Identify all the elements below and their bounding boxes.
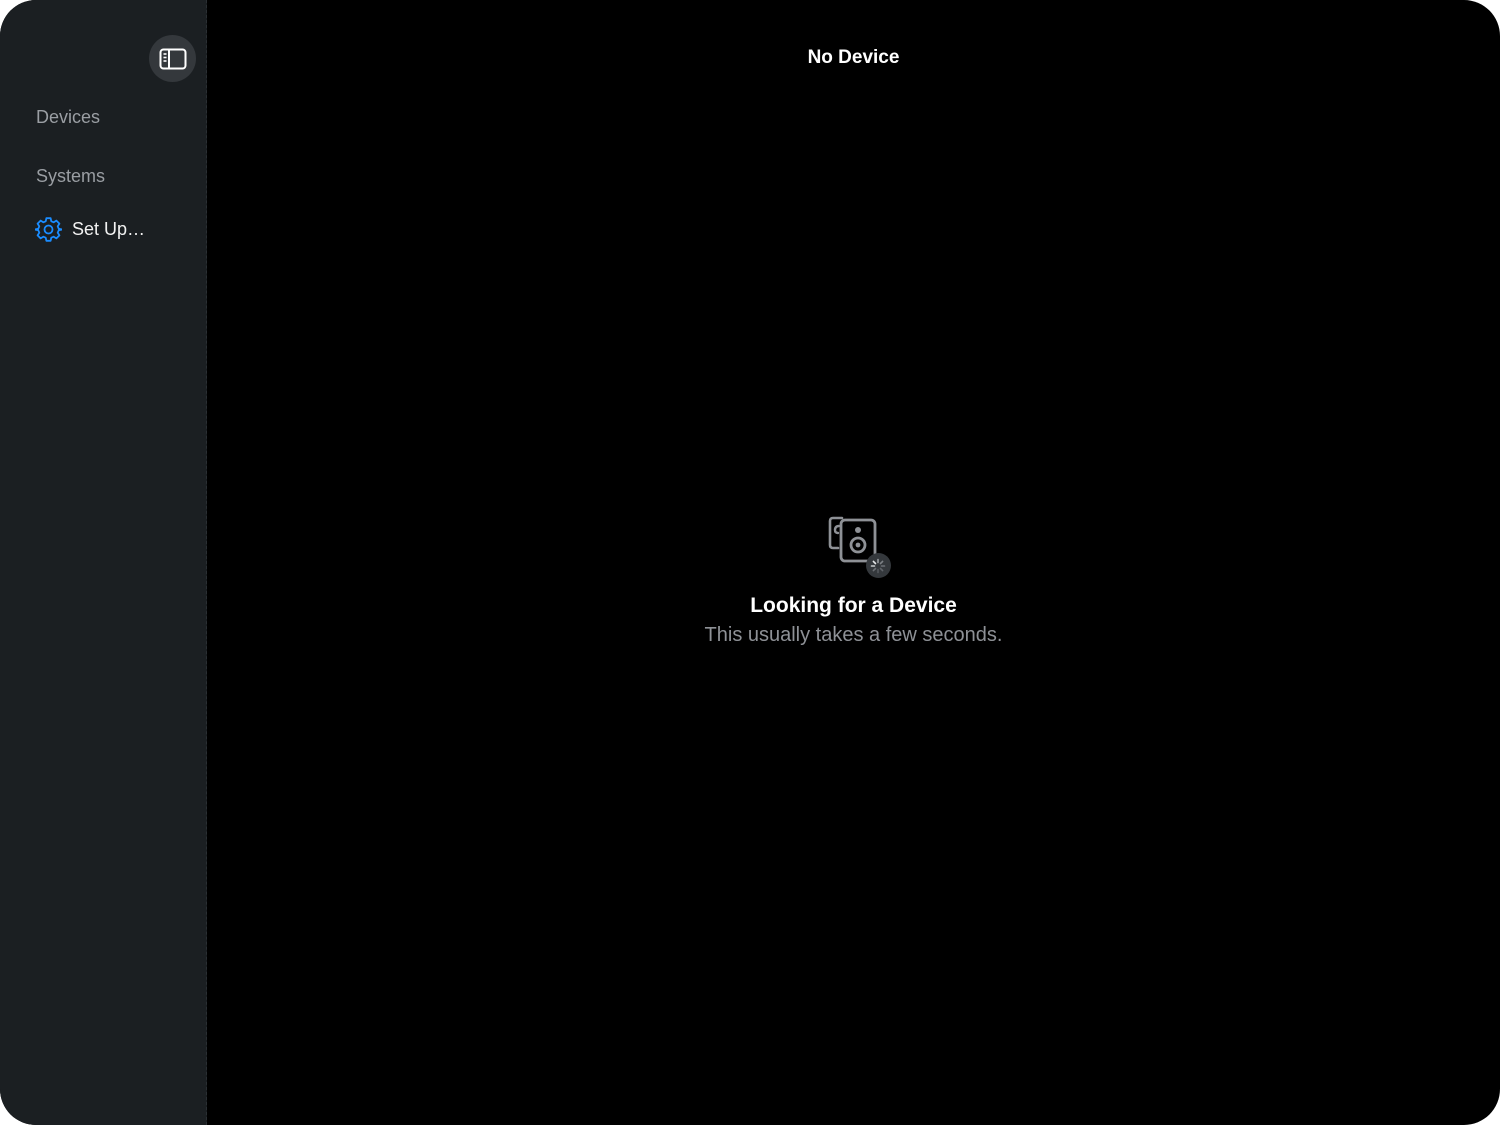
main-content: No Device Looking for a Device This usua…	[207, 0, 1500, 1125]
sidebar-toggle-button[interactable]	[149, 35, 196, 82]
sidebar-toggle-icon	[159, 48, 186, 69]
page-title: No Device	[807, 47, 900, 68]
spinner-badge	[865, 553, 891, 578]
speakers-icon-group	[828, 512, 894, 578]
sidebar-section-systems[interactable]: Systems	[36, 166, 105, 187]
sidebar: Devices Systems Set Up…	[0, 0, 207, 1125]
empty-state-title: Looking for a Device	[750, 594, 957, 617]
gear-icon	[35, 217, 62, 242]
empty-state: Looking for a Device This usually takes …	[207, 512, 1500, 647]
app-window: Devices Systems Set Up… No Device Lookin…	[0, 0, 1500, 1125]
activity-spinner-icon	[870, 558, 886, 573]
sidebar-item-setup[interactable]: Set Up…	[35, 216, 145, 243]
empty-state-subtitle: This usually takes a few seconds.	[704, 624, 1003, 646]
sidebar-item-setup-label: Set Up…	[72, 219, 146, 239]
sidebar-section-devices[interactable]: Devices	[36, 107, 100, 128]
